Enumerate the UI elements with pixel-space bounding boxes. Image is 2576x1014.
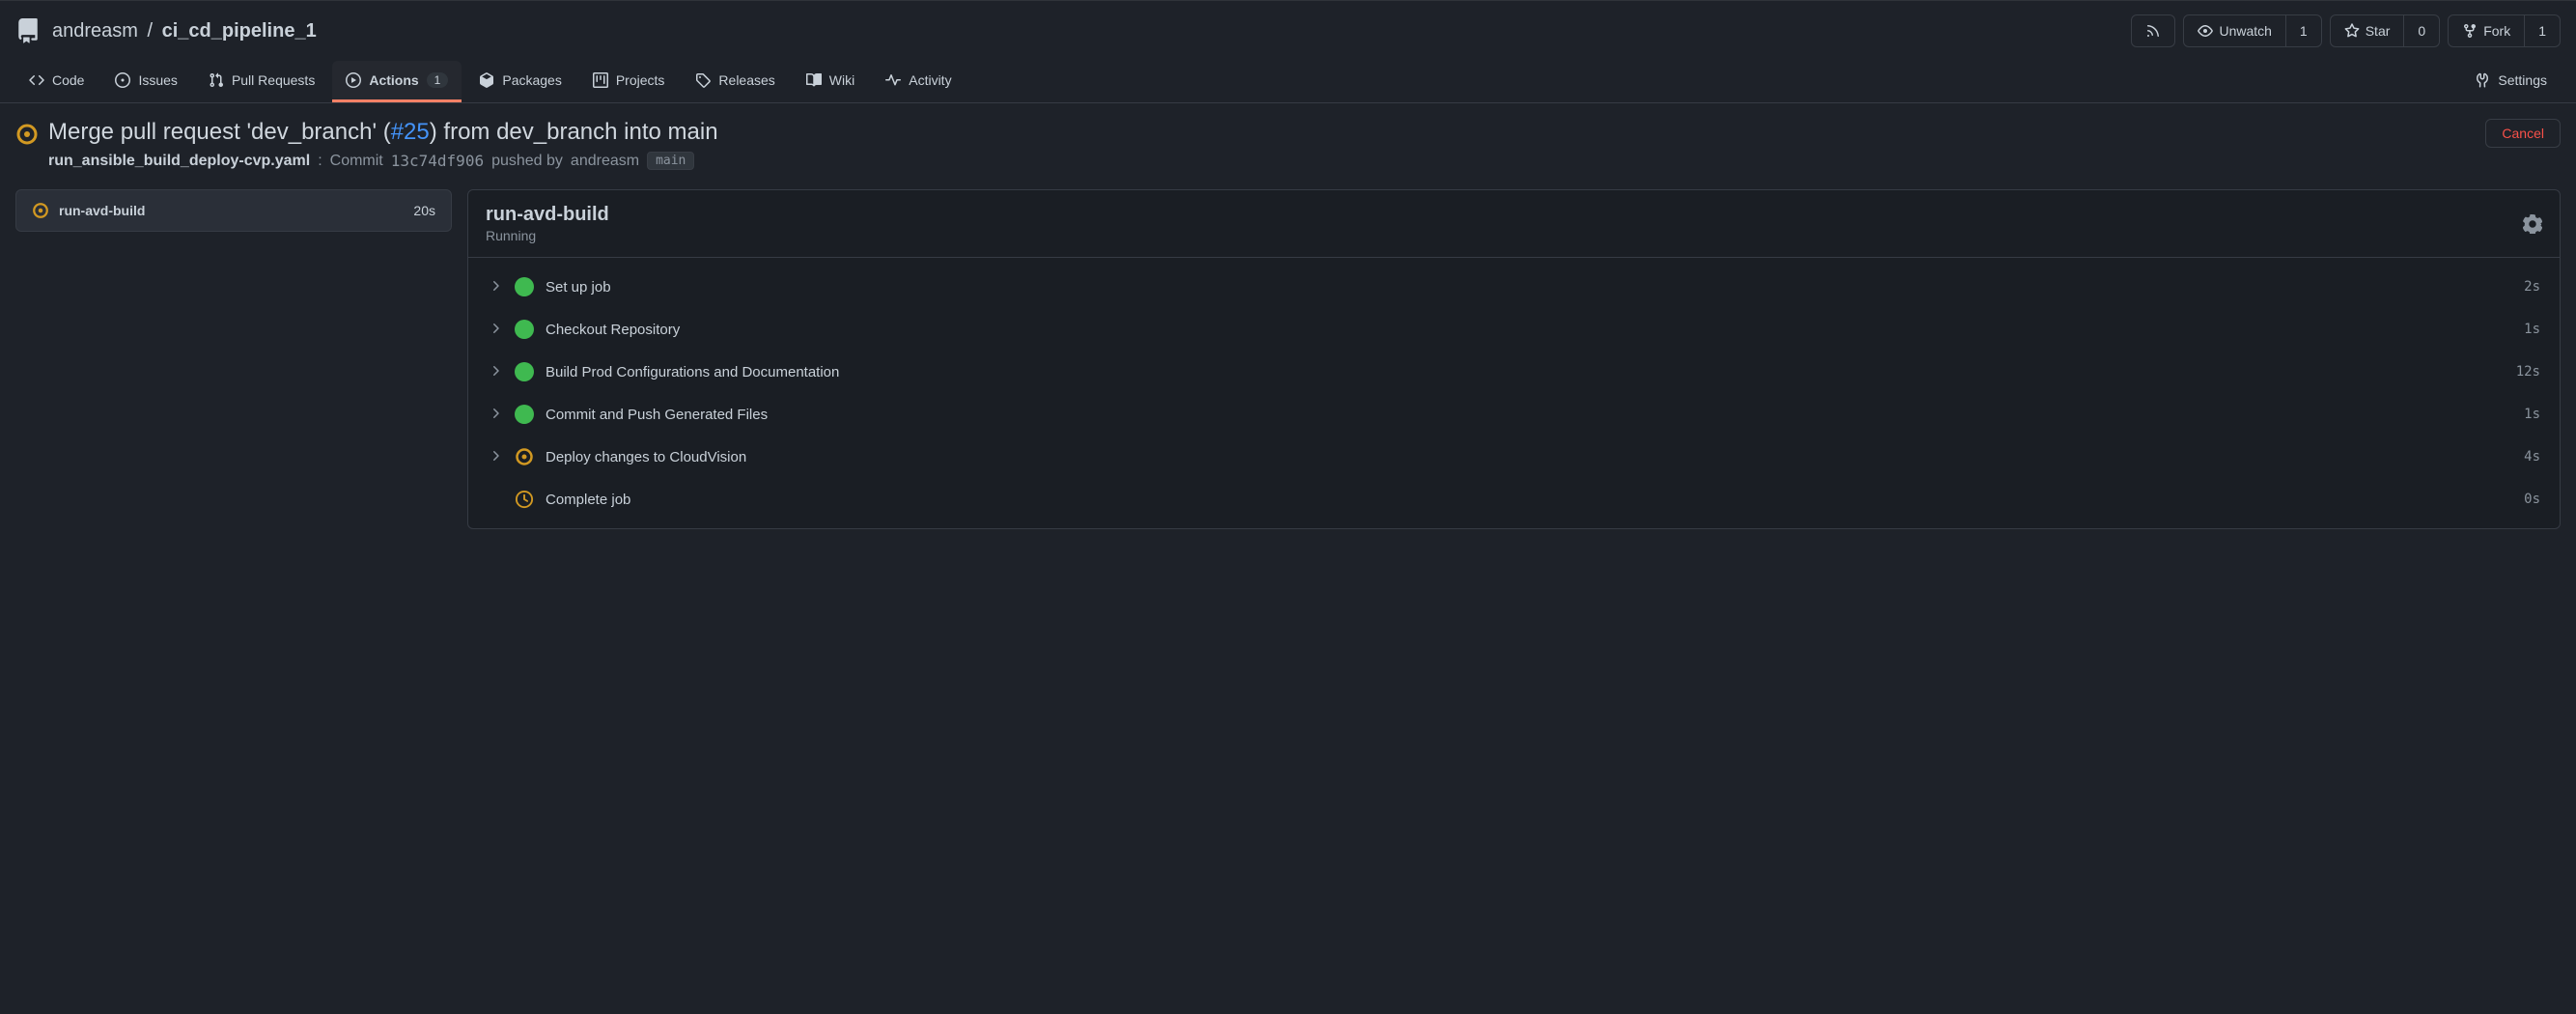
- check-circle-icon: [515, 277, 534, 296]
- step-row[interactable]: Set up job 2s: [468, 266, 2560, 308]
- git-pull-request-icon: [209, 72, 224, 88]
- chevron-right-icon: [488, 448, 503, 464]
- forks-count[interactable]: 1: [2524, 15, 2560, 46]
- workflow-file: run_ansible_build_deploy-cvp.yaml: [48, 153, 310, 170]
- step-name: Complete job: [546, 492, 630, 508]
- pulse-icon: [885, 72, 901, 88]
- tab-issues[interactable]: Issues: [101, 61, 190, 102]
- step-duration: 1s: [2524, 407, 2540, 422]
- step-row[interactable]: Checkout Repository 1s: [468, 308, 2560, 351]
- step-name: Commit and Push Generated Files: [546, 407, 768, 423]
- tab-releases[interactable]: Releases: [682, 61, 788, 102]
- job-card-name: run-avd-build: [59, 203, 145, 218]
- step-duration: 2s: [2524, 279, 2540, 295]
- tab-projects[interactable]: Projects: [579, 61, 679, 102]
- rss-icon: [2145, 23, 2161, 39]
- play-icon: [346, 72, 361, 88]
- job-status-running-icon: [32, 202, 49, 219]
- run-subtitle: run_ansible_build_deploy-cvp.yaml: Commi…: [48, 152, 718, 170]
- step-duration: 1s: [2524, 322, 2540, 337]
- chevron-right-icon: [488, 363, 503, 379]
- step-duration: 0s: [2524, 492, 2540, 507]
- tab-packages[interactable]: Packages: [465, 61, 574, 102]
- step-row[interactable]: Deploy changes to CloudVision 4s: [468, 436, 2560, 478]
- tab-code[interactable]: Code: [15, 61, 98, 102]
- step-duration: 12s: [2516, 364, 2540, 380]
- project-icon: [593, 72, 608, 88]
- step-row: Complete job 0s: [468, 478, 2560, 521]
- issue-icon: [115, 72, 130, 88]
- run-status-running-icon: [15, 123, 39, 146]
- fork-icon: [2462, 23, 2478, 39]
- star-button[interactable]: Star: [2331, 15, 2404, 46]
- step-name: Deploy changes to CloudVision: [546, 449, 746, 465]
- tag-icon: [695, 72, 711, 88]
- repo-icon: [15, 18, 41, 43]
- commit-sha[interactable]: 13c74df906: [391, 152, 484, 170]
- code-icon: [29, 72, 44, 88]
- check-circle-icon: [515, 405, 534, 424]
- fork-button[interactable]: Fork: [2449, 15, 2524, 46]
- pr-link[interactable]: #25: [391, 119, 430, 145]
- job-panel-status: Running: [486, 228, 609, 243]
- breadcrumb-owner[interactable]: andreasm: [52, 20, 138, 42]
- star-icon: [2344, 23, 2360, 39]
- step-row[interactable]: Commit and Push Generated Files 1s: [468, 393, 2560, 436]
- tab-pull-requests[interactable]: Pull Requests: [195, 61, 328, 102]
- package-icon: [479, 72, 494, 88]
- stars-count[interactable]: 0: [2403, 15, 2439, 46]
- chevron-right-icon: [488, 321, 503, 336]
- branch-badge[interactable]: main: [647, 152, 694, 170]
- step-duration: 4s: [2524, 449, 2540, 465]
- step-name: Build Prod Configurations and Documentat…: [546, 364, 839, 380]
- page-title: Merge pull request 'dev_branch' (#25) fr…: [48, 119, 718, 146]
- tools-icon: [2475, 72, 2490, 88]
- chevron-right-icon: [488, 406, 503, 421]
- book-icon: [806, 72, 822, 88]
- clock-icon: [515, 490, 534, 509]
- unwatch-button[interactable]: Unwatch: [2184, 15, 2284, 46]
- step-name: Set up job: [546, 279, 611, 296]
- check-circle-icon: [515, 320, 534, 339]
- actions-count-badge: 1: [427, 72, 449, 88]
- job-panel-title: run-avd-build: [486, 204, 609, 226]
- job-card-duration: 20s: [413, 203, 435, 218]
- eye-icon: [2198, 23, 2213, 39]
- author-link[interactable]: andreasm: [571, 153, 639, 170]
- rss-button[interactable]: [2131, 14, 2175, 47]
- tab-wiki[interactable]: Wiki: [793, 61, 868, 102]
- breadcrumb: andreasm / ci_cd_pipeline_1: [52, 20, 317, 42]
- step-row[interactable]: Build Prod Configurations and Documentat…: [468, 351, 2560, 393]
- cancel-button[interactable]: Cancel: [2485, 119, 2561, 148]
- tab-actions[interactable]: Actions 1: [332, 61, 462, 102]
- step-name: Checkout Repository: [546, 322, 680, 338]
- running-circle-icon: [515, 447, 534, 466]
- breadcrumb-repo[interactable]: ci_cd_pipeline_1: [162, 20, 317, 42]
- tab-activity[interactable]: Activity: [872, 61, 965, 102]
- check-circle-icon: [515, 362, 534, 381]
- watchers-count[interactable]: 1: [2285, 15, 2321, 46]
- tab-settings[interactable]: Settings: [2461, 61, 2561, 102]
- gear-icon[interactable]: [2523, 214, 2542, 234]
- job-card[interactable]: run-avd-build 20s: [15, 189, 452, 232]
- chevron-right-icon: [488, 278, 503, 294]
